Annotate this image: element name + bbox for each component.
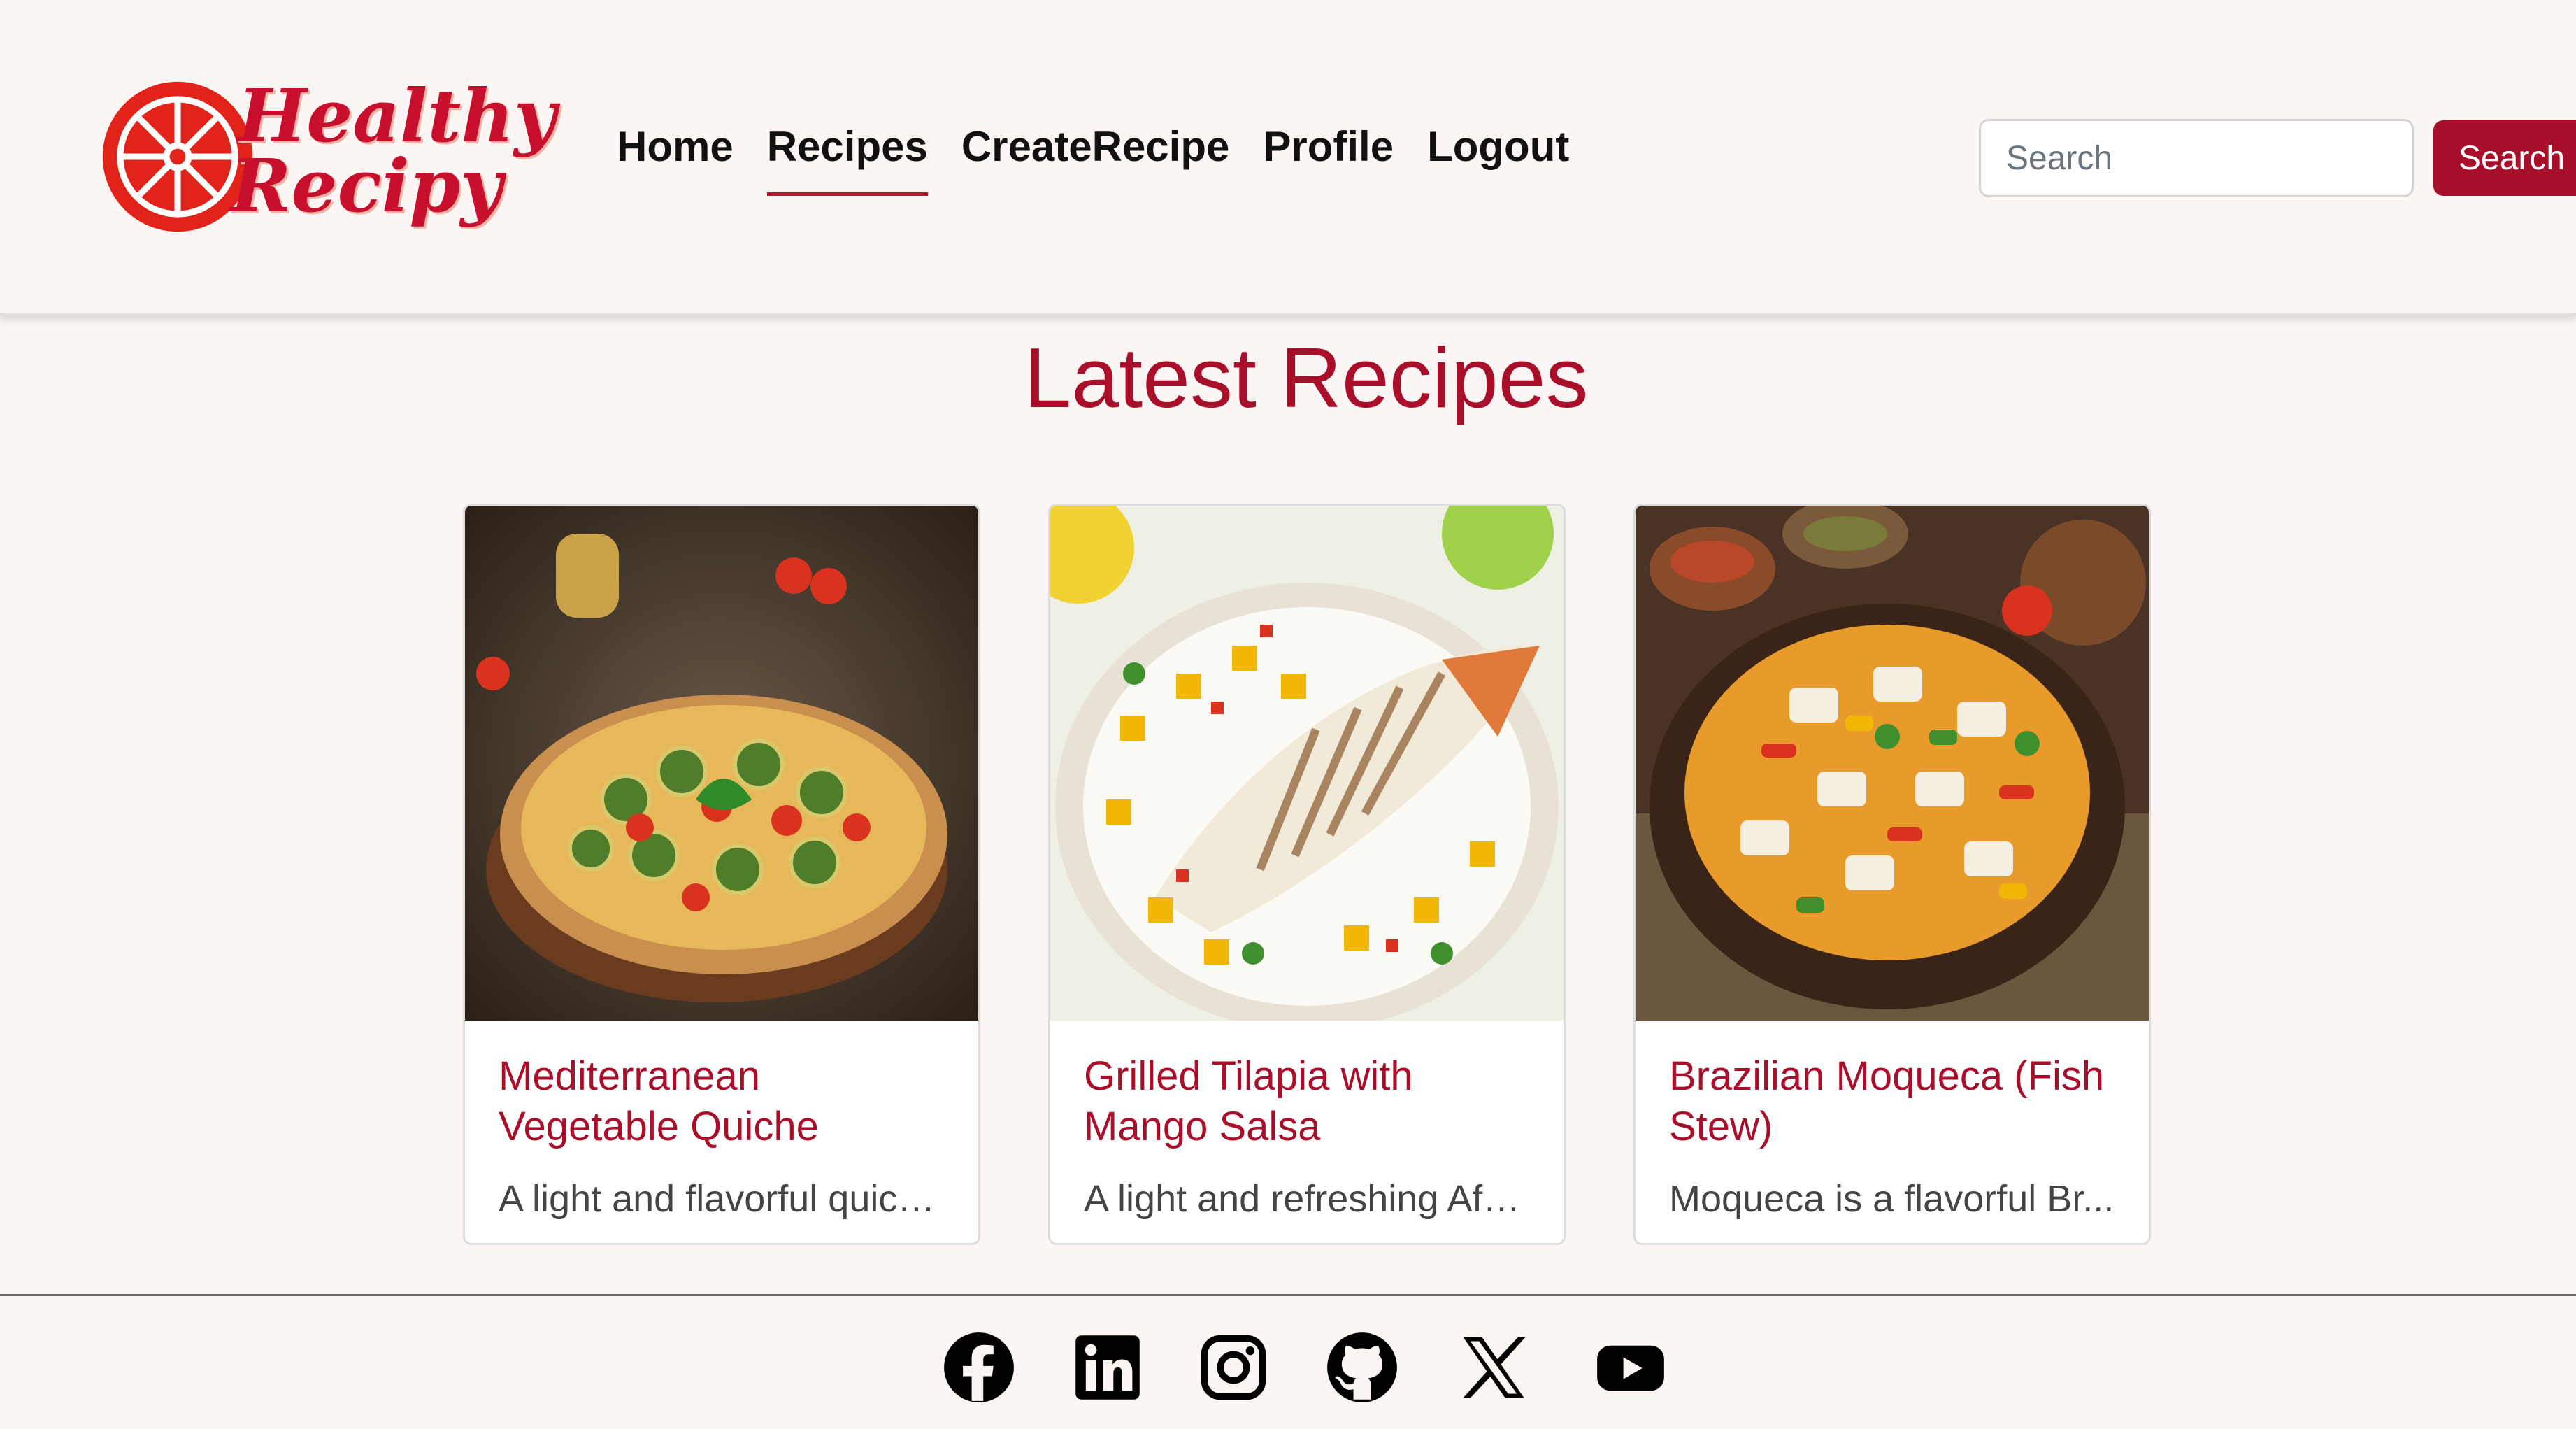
recipe-title[interactable]: Brazilian Moqueca (Fish Stew) [1669, 1051, 2117, 1152]
logo[interactable]: Healthy Recipy [98, 74, 556, 242]
recipe-card[interactable]: Mediterranean Vegetable Quiche A light a… [463, 504, 980, 1245]
search-button[interactable]: Search [2433, 120, 2576, 196]
page-title: Latest Recipes [1024, 330, 1589, 425]
nav-logout[interactable]: Logout [1410, 118, 1586, 196]
nav-home[interactable]: Home [600, 118, 750, 196]
logo-text: Healthy Recipy [231, 80, 556, 222]
linkedin-icon[interactable] [1071, 1331, 1144, 1404]
recipe-description: A light and refreshing Afri... [1084, 1178, 1531, 1220]
facebook-icon[interactable] [943, 1331, 1015, 1404]
github-icon[interactable] [1326, 1331, 1398, 1404]
site-header: Healthy Recipy Home Recipes CreateRecipe… [0, 0, 2576, 316]
recipe-image-moqueca[interactable] [1636, 506, 2149, 1021]
recipe-description: A light and flavorful quich... [499, 1178, 946, 1220]
main-nav: Home Recipes CreateRecipe Profile Logout [600, 118, 1586, 196]
x-icon[interactable] [1457, 1331, 1530, 1404]
recipe-title[interactable]: Grilled Tilapia with Mango Salsa [1084, 1051, 1531, 1152]
recipe-description: Moqueca is a flavorful Br... [1669, 1178, 2115, 1220]
recipe-image-quiche[interactable] [465, 506, 978, 1021]
recipe-card[interactable]: Grilled Tilapia with Mango Salsa A light… [1048, 504, 1566, 1245]
instagram-icon[interactable] [1197, 1331, 1270, 1404]
recipe-title[interactable]: Mediterranean Vegetable Quiche [499, 1051, 946, 1152]
nav-create-recipe[interactable]: CreateRecipe [945, 118, 1247, 196]
recipe-image-tilapia[interactable] [1050, 506, 1564, 1021]
search-input[interactable] [1979, 119, 2414, 197]
nav-recipes[interactable]: Recipes [750, 118, 945, 196]
recipe-card[interactable]: Brazilian Moqueca (Fish Stew) Moqueca is… [1633, 504, 2151, 1245]
youtube-icon[interactable] [1593, 1331, 1668, 1404]
logo-line-2: Recipy [231, 143, 503, 229]
site-footer [0, 1294, 2576, 1429]
nav-profile[interactable]: Profile [1246, 118, 1410, 196]
